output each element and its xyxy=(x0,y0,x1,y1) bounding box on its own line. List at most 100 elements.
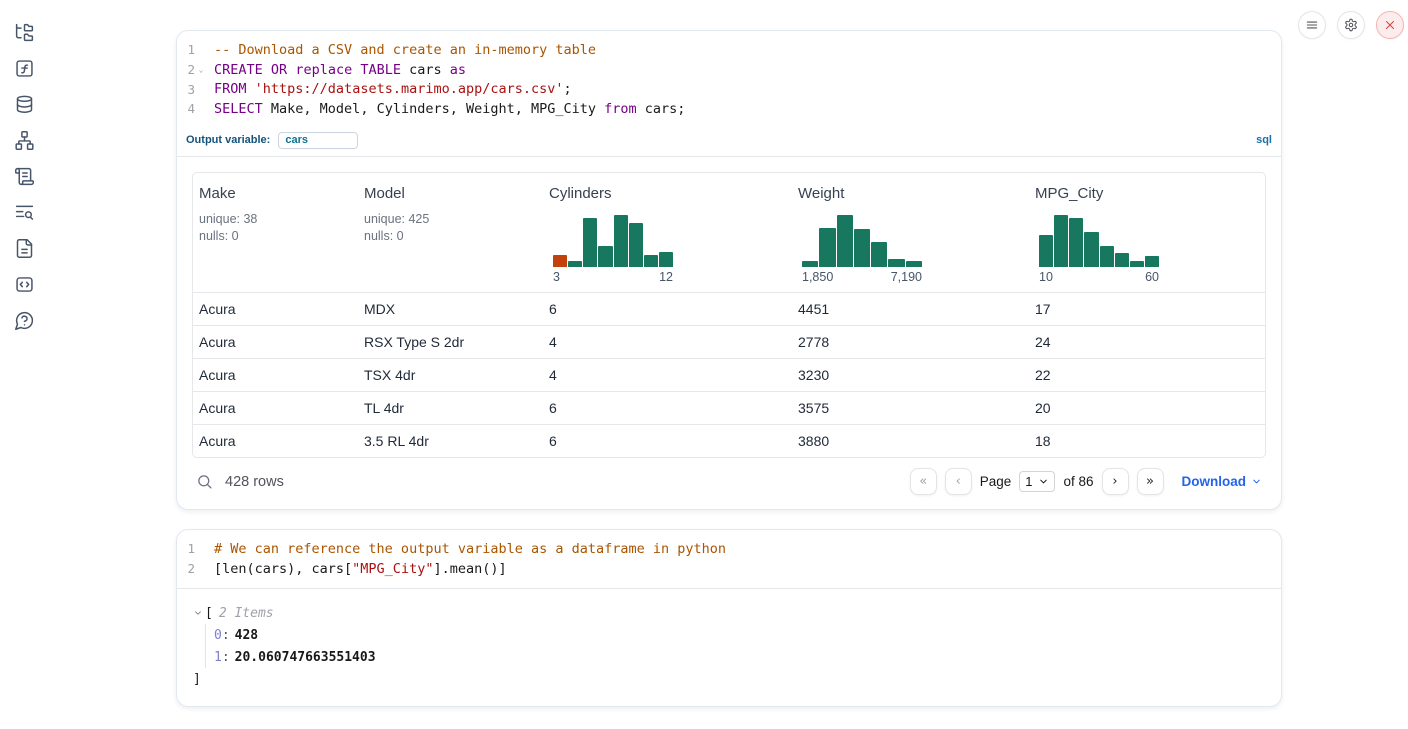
python-editor[interactable]: 1# We can reference the output variable … xyxy=(177,530,1281,589)
sidebar-item-scratchpad[interactable] xyxy=(12,164,36,188)
column-title[interactable]: Cylinders xyxy=(549,185,786,202)
sql-cell: 1-- Download a CSV and create an in-memo… xyxy=(176,30,1282,510)
prev-page-button[interactable]: ‹ xyxy=(945,468,972,495)
table-cell: 4 xyxy=(543,334,792,350)
folder-tree-icon xyxy=(14,22,35,43)
table-cell: TSX 4dr xyxy=(358,367,543,383)
help-bubble-icon xyxy=(14,310,35,331)
histogram-axis: 312 xyxy=(553,270,673,284)
histogram-bar xyxy=(1069,218,1083,266)
last-page-button[interactable]: » xyxy=(1137,468,1164,495)
column-histogram[interactable] xyxy=(1039,215,1159,267)
histogram-bar xyxy=(553,255,567,266)
table-body: AcuraMDX6445117AcuraRSX Type S 2dr427782… xyxy=(193,292,1265,457)
page-select[interactable]: 1 xyxy=(1019,471,1055,492)
tree-entries: 0:4281:20.060747663551403 xyxy=(205,624,1265,668)
code-line: 2⌄CREATE OR replace TABLE cars as xyxy=(177,60,1281,80)
column-header-cylinders[interactable]: Cylinders 312 xyxy=(543,173,792,292)
column-header-mpg_city[interactable]: MPG_City1060 xyxy=(1029,173,1265,292)
table-row[interactable]: AcuraTSX 4dr4323022 xyxy=(193,358,1265,391)
table-cell: 20 xyxy=(1029,400,1265,416)
table-cell: Acura xyxy=(193,433,358,449)
sidebar-item-help[interactable] xyxy=(12,308,36,332)
chevron-down-icon xyxy=(1038,476,1049,487)
column-header-make[interactable]: Make unique: 38nulls: 0 xyxy=(193,173,358,292)
histogram-bar xyxy=(1115,253,1129,267)
menu-button[interactable] xyxy=(1298,11,1326,39)
sidebar-item-functions[interactable] xyxy=(12,56,36,80)
code-line: 4SELECT Make, Model, Cylinders, Weight, … xyxy=(177,99,1281,119)
histogram-bar xyxy=(1100,246,1114,267)
settings-button[interactable] xyxy=(1337,11,1365,39)
line-number: 1 xyxy=(177,541,195,556)
line-number: 3 xyxy=(177,82,195,97)
column-title[interactable]: Model xyxy=(364,185,537,202)
histogram-bar xyxy=(614,215,628,267)
column-histogram[interactable] xyxy=(553,215,673,267)
line-number: 2 xyxy=(177,561,195,576)
data-table: Make unique: 38nulls: 0 Model unique: 425nu… xyxy=(192,172,1266,458)
table-header: Make unique: 38nulls: 0 Model unique: 425nu… xyxy=(193,173,1265,292)
tree-entry-value: 20.060747663551403 xyxy=(235,650,376,665)
column-histogram[interactable] xyxy=(802,215,922,267)
python-cell: 1# We can reference the output variable … xyxy=(176,529,1282,707)
download-button[interactable]: Download xyxy=(1182,474,1263,489)
table-row[interactable]: AcuraTL 4dr6357520 xyxy=(193,391,1265,424)
next-page-button[interactable]: › xyxy=(1102,468,1129,495)
first-page-button[interactable]: « xyxy=(910,468,937,495)
code-content: SELECT Make, Model, Cylinders, Weight, M… xyxy=(207,101,685,117)
table-cell: 6 xyxy=(543,400,792,416)
tree-entry-value: 428 xyxy=(235,628,258,643)
table-cell: 3575 xyxy=(792,400,1029,416)
table-cell: TL 4dr xyxy=(358,400,543,416)
histogram-bar xyxy=(1039,235,1053,267)
function-square-icon xyxy=(14,58,35,79)
table-row[interactable]: AcuraMDX6445117 xyxy=(193,292,1265,325)
column-title[interactable]: Weight xyxy=(798,185,1023,202)
column-header-model[interactable]: Model unique: 425nulls: 0 xyxy=(358,173,543,292)
network-icon xyxy=(14,130,35,151)
table-cell: 2778 xyxy=(792,334,1029,350)
sql-editor[interactable]: 1-- Download a CSV and create an in-memo… xyxy=(177,31,1281,129)
list-search-icon xyxy=(14,202,35,223)
histogram-axis: 1,8507,190 xyxy=(802,270,922,284)
chevron-down-icon xyxy=(1251,476,1262,487)
table-cell: Acura xyxy=(193,334,358,350)
fold-chevron-icon[interactable]: ⌄ xyxy=(195,65,207,74)
column-title[interactable]: MPG_City xyxy=(1035,185,1259,202)
sidebar-item-dependency-graph[interactable] xyxy=(12,128,36,152)
histogram-bar xyxy=(1054,215,1068,267)
collapse-toggle[interactable] xyxy=(193,608,203,618)
code-box-icon xyxy=(14,274,35,295)
histogram-bar xyxy=(854,229,870,267)
scroll-icon xyxy=(14,166,35,187)
output-variable-input[interactable] xyxy=(278,132,358,149)
code-content: FROM 'https://datasets.marimo.app/cars.c… xyxy=(207,81,572,97)
table-cell: 24 xyxy=(1029,334,1265,350)
sidebar-item-logs[interactable] xyxy=(12,200,36,224)
column-header-weight[interactable]: Weight 1,8507,190 xyxy=(792,173,1029,292)
table-row[interactable]: AcuraRSX Type S 2dr4277824 xyxy=(193,325,1265,358)
items-count-label: 2 Items xyxy=(219,606,274,621)
table-row[interactable]: Acura3.5 RL 4dr6388018 xyxy=(193,424,1265,457)
sidebar-item-documentation[interactable] xyxy=(12,236,36,260)
interrupt-button[interactable] xyxy=(1376,11,1404,39)
search-icon[interactable] xyxy=(196,473,213,490)
table-cell: 3880 xyxy=(792,433,1029,449)
column-stats: unique: 38nulls: 0 xyxy=(199,211,352,245)
output-variable-label: Output variable: xyxy=(186,134,270,146)
column-title[interactable]: Make xyxy=(199,185,352,202)
sql-output: Make unique: 38nulls: 0 Model unique: 425nu… xyxy=(177,157,1281,509)
page-total: of 86 xyxy=(1063,474,1093,489)
histogram-bar xyxy=(659,252,673,267)
python-output: [ 2 Items 0:4281:20.060747663551403 ] xyxy=(177,589,1281,706)
histogram-bar xyxy=(819,228,835,267)
sidebar-item-snippets[interactable] xyxy=(12,272,36,296)
sidebar-item-file-explorer[interactable] xyxy=(12,20,36,44)
sidebar-item-datasources[interactable] xyxy=(12,92,36,116)
table-cell: 22 xyxy=(1029,367,1265,383)
table-cell: Acura xyxy=(193,301,358,317)
table-cell: 18 xyxy=(1029,433,1265,449)
column-stats: unique: 425nulls: 0 xyxy=(364,211,537,245)
table-cell: 3230 xyxy=(792,367,1029,383)
